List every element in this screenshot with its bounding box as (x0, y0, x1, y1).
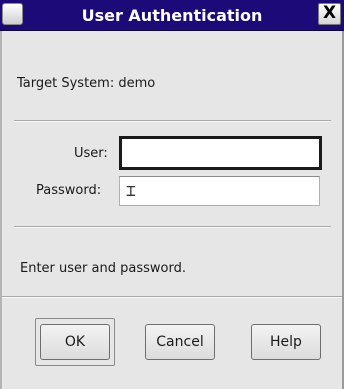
help-button[interactable]: Help (251, 324, 321, 360)
ibeam-cursor-icon: ⌶ (126, 181, 136, 200)
user-label: User: (74, 146, 108, 161)
close-icon[interactable]: X (318, 3, 341, 25)
auth-dialog: User Authentication X Target System: dem… (0, 0, 344, 389)
status-message: Enter user and password. (20, 261, 186, 276)
window-title: User Authentication (81, 6, 263, 25)
title-bar[interactable]: User Authentication X (0, 0, 344, 31)
password-input[interactable] (119, 176, 320, 206)
separator (14, 120, 331, 122)
button-bar-separator (2, 296, 342, 298)
user-input[interactable] (119, 136, 322, 170)
password-label: Password: (36, 183, 102, 198)
ok-button[interactable]: OK (40, 324, 110, 360)
window-border-left (0, 31, 2, 389)
separator (14, 226, 331, 228)
cancel-button[interactable]: Cancel (145, 324, 215, 360)
window-menu-icon[interactable] (2, 3, 23, 25)
target-system-label: Target System: demo (17, 76, 156, 91)
